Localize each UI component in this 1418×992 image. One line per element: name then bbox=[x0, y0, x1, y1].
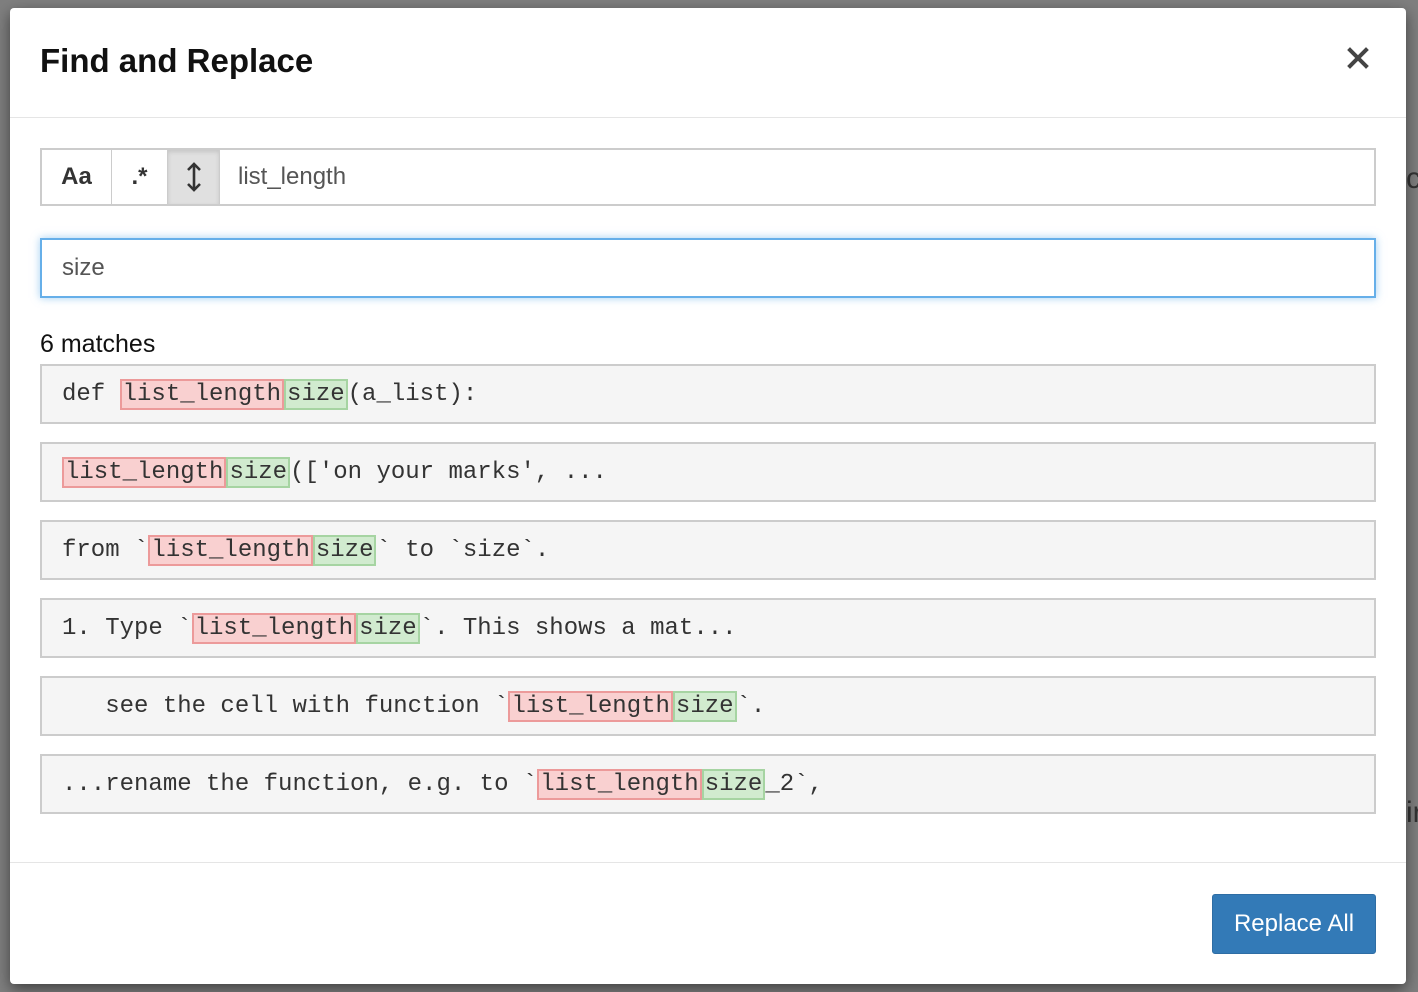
close-button[interactable] bbox=[1338, 38, 1378, 78]
match-text-before: from ` bbox=[62, 536, 149, 564]
added-text: size bbox=[312, 534, 377, 566]
removed-text: list_length bbox=[62, 456, 227, 488]
added-text: size bbox=[701, 768, 766, 800]
added-text: size bbox=[226, 456, 291, 488]
match-case-toggle[interactable]: Aa bbox=[42, 150, 112, 204]
close-icon bbox=[1347, 47, 1369, 69]
match-row[interactable]: list_length size (['on your marks', ... bbox=[40, 442, 1376, 502]
match-text-before: see the cell with function ` bbox=[62, 692, 509, 720]
backdrop-text-2: ir bbox=[1406, 796, 1418, 829]
added-text: size bbox=[284, 378, 348, 410]
added-text: size bbox=[672, 690, 737, 722]
match-text-before: ...rename the function, e.g. to ` bbox=[62, 770, 538, 798]
dialog-header: Find and Replace bbox=[10, 8, 1406, 118]
match-row[interactable]: 1. Type ` list_length size `. This shows a … bbox=[40, 598, 1376, 658]
multiline-toggle[interactable] bbox=[168, 150, 220, 204]
match-row[interactable]: def list_length size (a_list): bbox=[40, 364, 1376, 424]
match-row[interactable]: see the cell with function ` list_length s… bbox=[40, 676, 1376, 736]
removed-text: list_length bbox=[191, 612, 357, 644]
added-text: size bbox=[356, 612, 420, 644]
backdrop-text-1: c bbox=[1406, 162, 1418, 195]
find-input[interactable] bbox=[220, 150, 1374, 204]
match-text-after: _2`, bbox=[765, 770, 823, 798]
removed-text: list_length bbox=[119, 378, 285, 410]
match-text-after: (['on your marks', ... bbox=[290, 458, 607, 486]
match-count: 6 matches bbox=[40, 330, 156, 358]
match-row[interactable]: ...rename the function, e.g. to ` list_le… bbox=[40, 754, 1376, 814]
find-replace-dialog: Find and Replace Aa .* 6 matches def lis… bbox=[10, 8, 1406, 984]
regex-toggle[interactable]: .* bbox=[112, 150, 168, 204]
replace-all-button[interactable]: Replace All bbox=[1212, 894, 1376, 954]
vertical-arrows-icon bbox=[186, 162, 201, 192]
replace-input[interactable] bbox=[40, 238, 1376, 298]
match-text-after: ` to `size`. bbox=[376, 536, 550, 564]
dialog-title: Find and Replace bbox=[40, 42, 314, 79]
match-text-before: def bbox=[62, 380, 120, 408]
dialog-footer: Replace All bbox=[10, 862, 1406, 985]
removed-text: list_length bbox=[508, 690, 673, 722]
match-text-before: 1. Type ` bbox=[62, 614, 192, 642]
removed-text: list_length bbox=[537, 768, 702, 800]
match-row[interactable]: from ` list_length size ` to `size`. bbox=[40, 520, 1376, 580]
find-row: Aa .* bbox=[40, 148, 1376, 206]
removed-text: list_length bbox=[148, 534, 313, 566]
match-text-after: `. bbox=[736, 692, 766, 720]
match-text-after: `. This shows a mat... bbox=[419, 614, 737, 642]
match-text-after: (a_list): bbox=[347, 380, 478, 408]
